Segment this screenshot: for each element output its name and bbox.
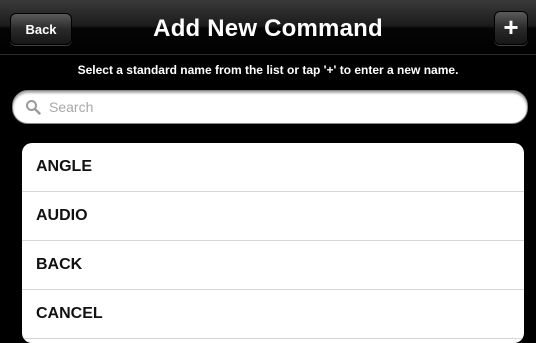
navigation-bar: Back Add New Command + — [0, 0, 536, 55]
page-title: Add New Command — [153, 15, 383, 42]
list-item[interactable]: BACK — [22, 241, 524, 290]
list-item[interactable]: ANGLE — [22, 143, 524, 192]
command-list: ANGLE AUDIO BACK CANCEL — [22, 143, 524, 343]
search-icon — [23, 97, 43, 117]
search-input[interactable] — [49, 99, 489, 115]
list-item[interactable]: AUDIO — [22, 192, 524, 241]
add-command-button[interactable]: + — [494, 11, 528, 45]
search-bar[interactable] — [12, 90, 528, 124]
instruction-text: Select a standard name from the list or … — [77, 63, 459, 77]
